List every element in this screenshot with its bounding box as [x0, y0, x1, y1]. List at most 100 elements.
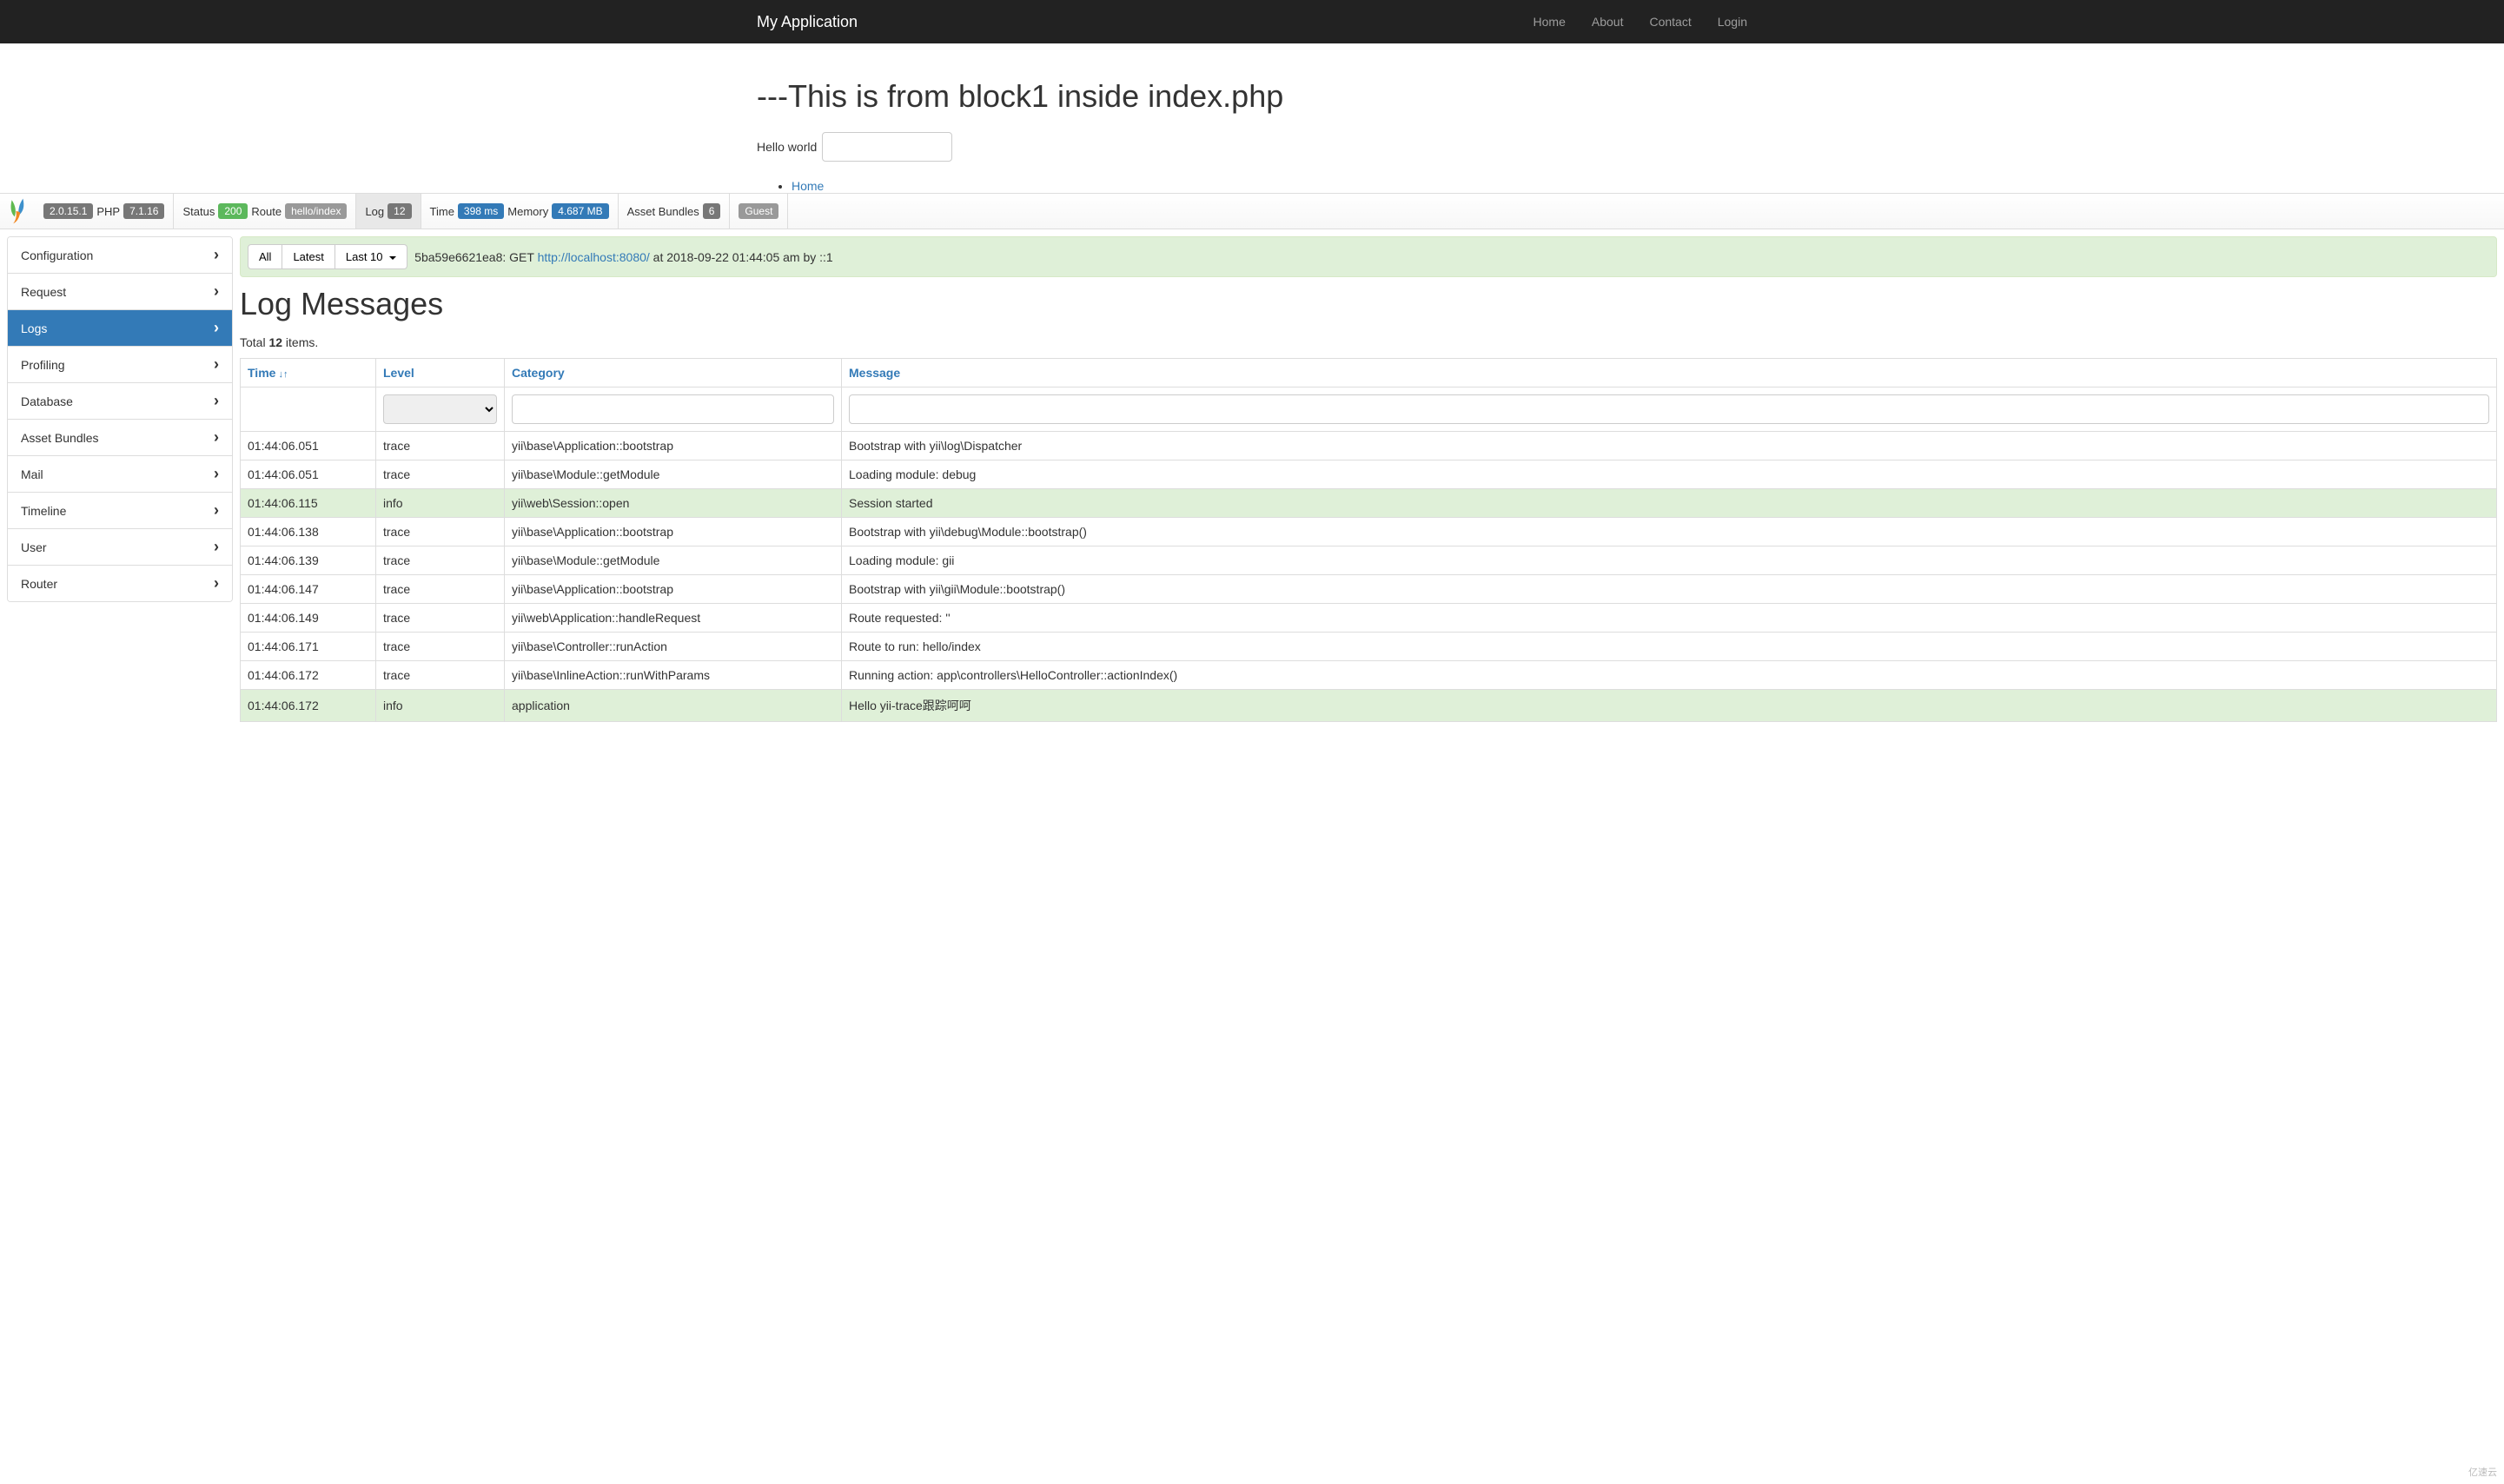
cell-level: trace	[376, 633, 505, 661]
sidebar-item-label: Logs	[21, 321, 47, 335]
user-badge: Guest	[739, 203, 778, 219]
cell-category: yii\base\Controller::runAction	[505, 633, 842, 661]
cell-time: 01:44:06.171	[241, 633, 376, 661]
hello-input[interactable]	[822, 132, 952, 162]
sidebar-item-label: Mail	[21, 467, 43, 481]
table-row[interactable]: 01:44:06.149traceyii\web\Application::ha…	[241, 604, 2497, 633]
cell-time: 01:44:06.172	[241, 690, 376, 722]
nav-link-contact[interactable]: Contact	[1636, 2, 1704, 42]
page-title: ---This is from block1 inside index.php	[757, 78, 1747, 115]
toolbar-status[interactable]: Status 200 Route hello/index	[174, 194, 356, 229]
php-label: PHP	[96, 205, 120, 218]
toolbar-time[interactable]: Time 398 ms Memory 4.687 MB	[421, 194, 619, 229]
filter-message-input[interactable]	[849, 394, 2489, 424]
cell-category: yii\base\Module::getModule	[505, 547, 842, 575]
sublink-home[interactable]: Home	[792, 179, 824, 193]
cell-category: yii\base\Application::bootstrap	[505, 575, 842, 604]
table-row[interactable]: 01:44:06.138traceyii\base\Application::b…	[241, 518, 2497, 547]
sort-time-link[interactable]: Time↓↑	[248, 366, 288, 380]
toolbar-log[interactable]: Log 12	[356, 194, 421, 229]
table-row[interactable]: 01:44:06.171traceyii\base\Controller::ru…	[241, 633, 2497, 661]
cell-category: yii\base\Application::bootstrap	[505, 432, 842, 460]
navbar-links: Home About Contact Login	[1520, 2, 1760, 42]
table-row[interactable]: 01:44:06.139traceyii\base\Module::getMod…	[241, 547, 2497, 575]
filter-last10-button[interactable]: Last 10	[335, 244, 407, 269]
sidebar-item-logs[interactable]: Logs	[8, 310, 232, 347]
toolbar-yii-version[interactable]: 2.0.15.1 PHP 7.1.16	[35, 194, 174, 229]
hello-text: Hello world	[757, 140, 817, 154]
cell-category: yii\web\Application::handleRequest	[505, 604, 842, 633]
cell-message: Hello yii-trace跟踪呵呵	[842, 690, 2497, 722]
assets-label: Asset Bundles	[627, 205, 699, 218]
cell-time: 01:44:06.149	[241, 604, 376, 633]
cell-level: trace	[376, 575, 505, 604]
cell-message: Route to run: hello/index	[842, 633, 2497, 661]
sidebar-item-timeline[interactable]: Timeline	[8, 493, 232, 529]
chevron-right-icon	[214, 538, 219, 556]
status-code-badge: 200	[218, 203, 248, 219]
debug-main: All Latest Last 10 5ba59e6621ea8: GET ht…	[240, 236, 2497, 722]
sidebar-item-mail[interactable]: Mail	[8, 456, 232, 493]
cell-level: trace	[376, 604, 505, 633]
sidebar-item-label: Router	[21, 577, 57, 591]
sidebar-item-user[interactable]: User	[8, 529, 232, 566]
nav-link-login[interactable]: Login	[1705, 2, 1760, 42]
sidebar-item-label: Request	[21, 285, 66, 299]
sort-category-link[interactable]: Category	[512, 366, 565, 380]
cell-message: Bootstrap with yii\log\Dispatcher	[842, 432, 2497, 460]
cell-level: info	[376, 489, 505, 518]
nav-link-about[interactable]: About	[1579, 2, 1637, 42]
sidebar-item-database[interactable]: Database	[8, 383, 232, 420]
page-content: ---This is from block1 inside index.php …	[744, 43, 1760, 193]
navbar-brand[interactable]: My Application	[744, 13, 871, 31]
filter-category-input[interactable]	[512, 394, 834, 424]
caret-down-icon	[389, 256, 396, 260]
log-count-badge: 12	[388, 203, 411, 219]
cell-message: Route requested: ''	[842, 604, 2497, 633]
yii-logo-icon[interactable]	[0, 194, 35, 229]
nav-link-home[interactable]: Home	[1520, 2, 1579, 42]
table-row[interactable]: 01:44:06.051traceyii\base\Application::b…	[241, 432, 2497, 460]
sidebar-item-label: Asset Bundles	[21, 431, 99, 445]
cell-level: trace	[376, 432, 505, 460]
time-value-badge: 398 ms	[458, 203, 504, 219]
cell-time: 01:44:06.172	[241, 661, 376, 690]
sidebar-item-request[interactable]: Request	[8, 274, 232, 310]
toolbar-user[interactable]: Guest	[730, 194, 788, 229]
request-url-link[interactable]: http://localhost:8080/	[538, 250, 650, 264]
table-row[interactable]: 01:44:06.051traceyii\base\Module::getMod…	[241, 460, 2497, 489]
sidebar-item-label: Profiling	[21, 358, 65, 372]
assets-count-badge: 6	[703, 203, 721, 219]
filter-all-button[interactable]: All	[248, 244, 282, 269]
cell-time: 01:44:06.051	[241, 432, 376, 460]
sort-level-link[interactable]: Level	[383, 366, 414, 380]
filter-level-select[interactable]	[383, 394, 497, 424]
time-label: Time	[430, 205, 454, 218]
table-row[interactable]: 01:44:06.172traceyii\base\InlineAction::…	[241, 661, 2497, 690]
sidebar-item-asset-bundles[interactable]: Asset Bundles	[8, 420, 232, 456]
chevron-right-icon	[214, 465, 219, 483]
table-row[interactable]: 01:44:06.172infoapplicationHello yii-tra…	[241, 690, 2497, 722]
sidebar-item-profiling[interactable]: Profiling	[8, 347, 232, 383]
sidebar-item-configuration[interactable]: Configuration	[8, 237, 232, 274]
cell-category: yii\base\Module::getModule	[505, 460, 842, 489]
memory-value-badge: 4.687 MB	[552, 203, 608, 219]
debug-sidebar: Configuration Request Logs Profiling Databas…	[7, 236, 233, 722]
sidebar-item-router[interactable]: Router	[8, 566, 232, 601]
filter-latest-button[interactable]: Latest	[282, 244, 335, 269]
memory-label: Memory	[507, 205, 548, 218]
table-row[interactable]: 01:44:06.147traceyii\base\Application::b…	[241, 575, 2497, 604]
log-section-title: Log Messages	[240, 286, 2497, 322]
debug-toolbar: 2.0.15.1 PHP 7.1.16 Status 200 Route hel…	[0, 193, 2504, 229]
chevron-right-icon	[214, 319, 219, 337]
chevron-right-icon	[214, 355, 219, 374]
yii-version-badge: 2.0.15.1	[43, 203, 93, 219]
table-row[interactable]: 01:44:06.115infoyii\web\Session::openSes…	[241, 489, 2497, 518]
toolbar-assets[interactable]: Asset Bundles 6	[619, 194, 731, 229]
cell-message: Loading module: debug	[842, 460, 2497, 489]
sort-message-link[interactable]: Message	[849, 366, 900, 380]
watermark: 亿速云	[2468, 1465, 2497, 1479]
php-version-badge: 7.1.16	[123, 203, 164, 219]
cell-level: trace	[376, 661, 505, 690]
cell-message: Running action: app\controllers\HelloCon…	[842, 661, 2497, 690]
